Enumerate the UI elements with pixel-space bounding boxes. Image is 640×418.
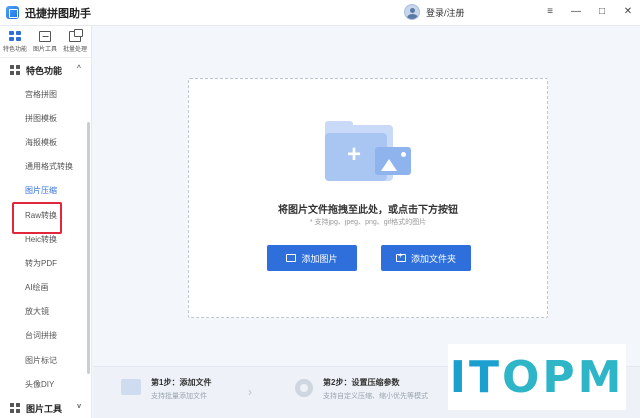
grid-icon [10, 65, 20, 75]
step-title: 第1步：添加文件 [151, 378, 212, 387]
add-folder-button[interactable]: 添加文件夹 [381, 245, 471, 271]
add-image-button[interactable]: 添加图片 [267, 245, 357, 271]
login-label: 登录/注册 [426, 7, 465, 18]
add-image-label: 添加图片 [301, 253, 338, 264]
folder-plus-icon [395, 251, 406, 262]
sidebar-item-to-pdf[interactable]: 转为PDF [0, 251, 91, 275]
top-nav: 特色功能 图片工具 批量处理 [0, 26, 91, 58]
sidebar-item-poster-template[interactable]: 海报模板 [0, 130, 91, 154]
step-1: 第1步：添加文件 支持批量添加文件 [121, 377, 211, 401]
sidebar-item-format-convert[interactable]: 通用格式转换 [0, 155, 91, 179]
avatar-icon [404, 4, 420, 20]
sidebar-scrollbar[interactable] [87, 122, 90, 374]
step-desc: 支持自定义压缩、缩小优先等模式 [323, 393, 428, 400]
app-title: 迅捷拼图助手 [25, 7, 91, 20]
sidebar-item-grid-collage[interactable]: 宫格拼图 [0, 82, 91, 106]
itopm-watermark: IT OPM [448, 344, 626, 410]
login-button[interactable]: 登录/注册 [404, 4, 465, 20]
sidebar-item-image-compress[interactable]: 图片压缩 [0, 179, 91, 203]
step-desc: 支持批量添加文件 [151, 393, 207, 400]
add-folder-label: 添加文件夹 [410, 253, 456, 264]
nav-special-features[interactable]: 特色功能 [0, 26, 30, 57]
batch-icon [69, 28, 83, 42]
sidebar-item-subtitle-stitch[interactable]: 台词拼接 [0, 324, 91, 348]
gear-icon [295, 379, 313, 397]
sidebar-item-heic-convert[interactable]: Heic转换 [0, 227, 91, 251]
step-title: 第2步：设置压缩参数 [323, 378, 400, 387]
chevron-right-icon: › [248, 385, 252, 399]
watermark-text-b: OPM [501, 351, 625, 403]
sidebar: 特色功能 图片工具 批量处理 特色功能 ^ 宫格拼图 拼图模板 海报模板 通用格… [0, 26, 92, 418]
close-icon[interactable]: ✕ [622, 6, 634, 18]
nav-batch-processing[interactable]: 批量处理 [60, 26, 90, 57]
drop-zone-formats: * 支持jpg、jpeg、png、gif格式的图片 [309, 219, 427, 226]
image-icon [286, 254, 297, 262]
section-special-features[interactable]: 特色功能 ^ [0, 58, 91, 82]
sidebar-item-raw-convert[interactable]: Raw转换 [0, 203, 91, 227]
folder-image-icon: + [325, 121, 417, 185]
grid-icon [9, 30, 21, 42]
drop-zone-title: 将图片文件拖拽至此处，或点击下方按钮 [278, 205, 458, 216]
title-bar: 迅捷拼图助手 登录/注册 ≡ — □ ✕ [0, 0, 640, 26]
image-tool-icon [39, 30, 51, 42]
sidebar-item-image-mark[interactable]: 图片标记 [0, 348, 91, 372]
sidebar-item-collage-template[interactable]: 拼图模板 [0, 106, 91, 130]
nav-image-tools[interactable]: 图片工具 [30, 26, 60, 57]
window-controls: ≡ — □ ✕ [544, 6, 634, 18]
sidebar-item-ai-painting[interactable]: AI绘画 [0, 276, 91, 300]
section-label: 特色功能 [26, 65, 63, 76]
sidebar-item-avatar-diy[interactable]: 头像DIY [0, 372, 91, 396]
section-label: 图片工具 [26, 403, 63, 414]
image-file-icon [121, 379, 141, 395]
nav-label: 批量处理 [62, 46, 87, 53]
app-logo-icon [6, 6, 19, 19]
nav-label: 图片工具 [32, 46, 57, 53]
section-image-tools[interactable]: 图片工具 v [0, 396, 91, 418]
sidebar-item-magnifier[interactable]: 放大镜 [0, 300, 91, 324]
grid-icon [10, 403, 20, 414]
menu-icon[interactable]: ≡ [544, 6, 556, 18]
nav-label: 特色功能 [2, 46, 27, 53]
chevron-up-icon: ^ [76, 65, 81, 72]
maximize-icon[interactable]: □ [596, 6, 608, 18]
watermark-text-a: IT [449, 351, 502, 403]
step-2: 第2步：设置压缩参数 支持自定义压缩、缩小优先等模式 [295, 377, 428, 401]
file-drop-zone[interactable]: + 将图片文件拖拽至此处，或点击下方按钮 * 支持jpg、jpeg、png、gi… [188, 78, 548, 318]
chevron-down-icon: v [77, 403, 81, 411]
minimize-icon[interactable]: — [570, 6, 582, 18]
